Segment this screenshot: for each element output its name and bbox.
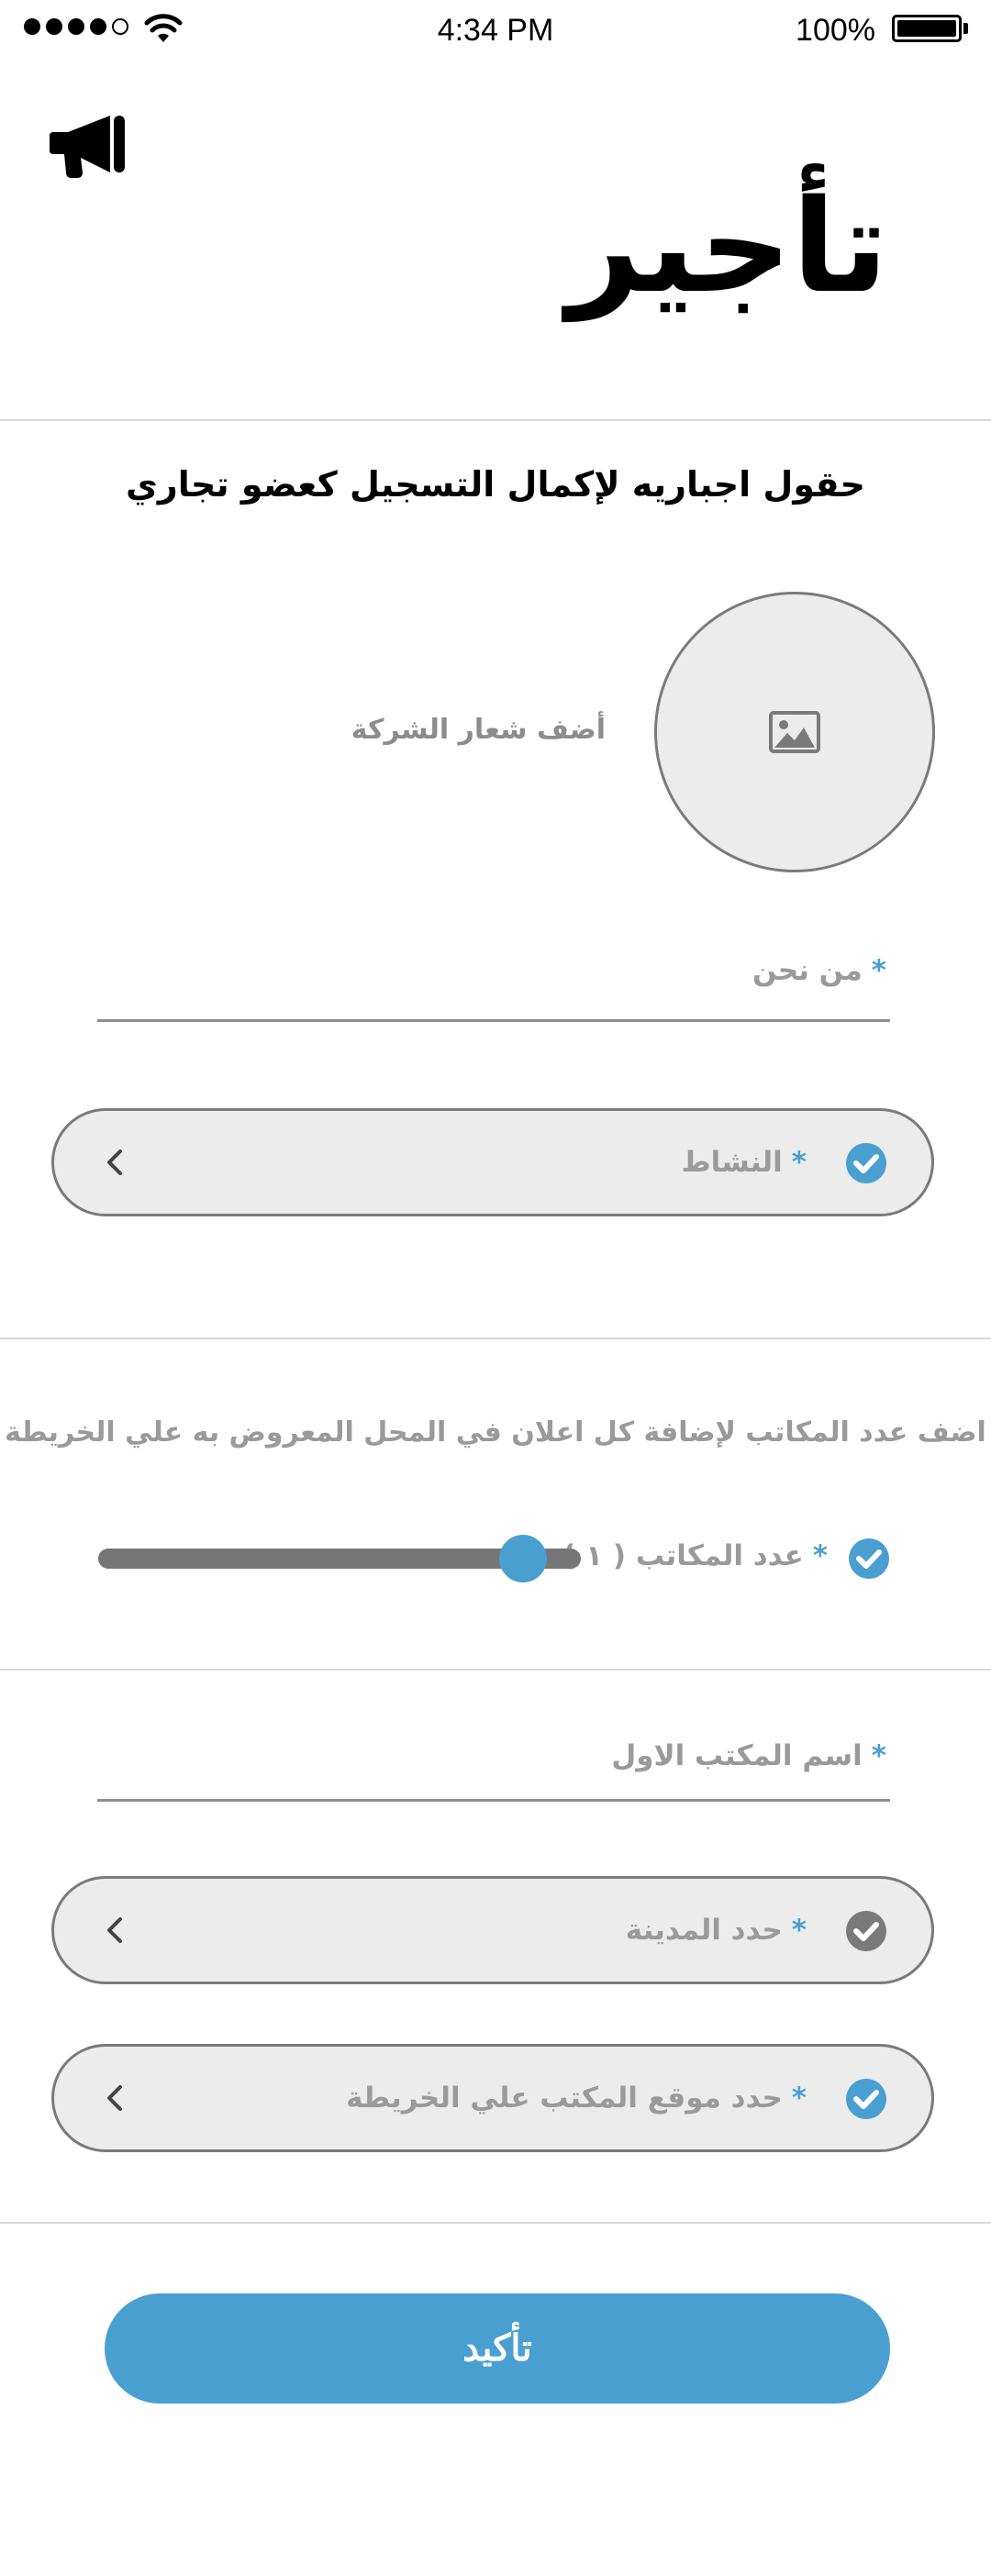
company-logo-upload[interactable] bbox=[654, 592, 935, 872]
check-circle-icon bbox=[846, 1911, 886, 1951]
chevron-left-icon bbox=[107, 2085, 122, 2111]
check-circle-icon bbox=[846, 2079, 886, 2119]
offices-count-label-group: * عدد المكاتب ( ١ ) bbox=[562, 1539, 828, 1572]
offices-hint: اضف عدد المكاتب لإضافة كل اعلان في المحل… bbox=[5, 1416, 986, 1449]
first-office-label: اسم المكتب الاول bbox=[611, 1739, 863, 1772]
divider bbox=[0, 2222, 991, 2224]
about-us-label: من نحن bbox=[752, 954, 863, 987]
check-circle-icon bbox=[846, 1143, 886, 1183]
battery-icon bbox=[892, 15, 962, 42]
battery-tip bbox=[963, 23, 968, 34]
battery-percentage: 100% bbox=[796, 13, 875, 48]
confirm-button[interactable]: تأكيد bbox=[105, 2293, 890, 2404]
offices-slider-thumb[interactable] bbox=[498, 1535, 547, 1582]
page-title: تأجير bbox=[566, 172, 888, 322]
first-office-field[interactable]: * اسم المكتب الاول bbox=[611, 1739, 886, 1772]
map-location-select[interactable]: * حدد موقع المكتب علي الخريطة bbox=[51, 2044, 934, 2152]
form-subtitle: حقول اجباريه لإكمال التسجيل كعضو تجاري bbox=[126, 464, 865, 505]
divider bbox=[0, 1669, 991, 1671]
required-mark: * bbox=[791, 2082, 807, 2115]
offices-count-label: عدد المكاتب ( ١ ) bbox=[562, 1539, 804, 1572]
required-mark: * bbox=[812, 1539, 828, 1572]
status-bar: 4:34 PM 100% bbox=[0, 0, 991, 59]
divider bbox=[0, 1338, 991, 1339]
required-mark: * bbox=[871, 1739, 886, 1772]
check-circle-icon bbox=[849, 1538, 889, 1579]
required-mark: * bbox=[871, 954, 886, 987]
activity-label: النشاط bbox=[681, 1146, 783, 1179]
image-icon bbox=[769, 711, 820, 753]
first-office-underline bbox=[97, 1799, 890, 1802]
divider bbox=[0, 419, 991, 421]
required-mark: * bbox=[791, 1914, 807, 1947]
chevron-left-icon bbox=[107, 1149, 122, 1175]
city-label: حدد المدينة bbox=[625, 1914, 783, 1947]
activity-select[interactable]: * النشاط bbox=[51, 1108, 934, 1216]
map-location-label: حدد موقع المكتب علي الخريطة bbox=[346, 2082, 783, 2115]
logo-label: أضف شعار الشركة bbox=[351, 714, 606, 746]
chevron-left-icon bbox=[107, 1917, 122, 1943]
about-us-field[interactable]: * من نحن bbox=[752, 954, 886, 987]
about-us-underline bbox=[97, 1019, 890, 1022]
required-mark: * bbox=[791, 1146, 807, 1179]
megaphone-icon[interactable] bbox=[50, 112, 128, 178]
city-select[interactable]: * حدد المدينة bbox=[51, 1876, 934, 1984]
